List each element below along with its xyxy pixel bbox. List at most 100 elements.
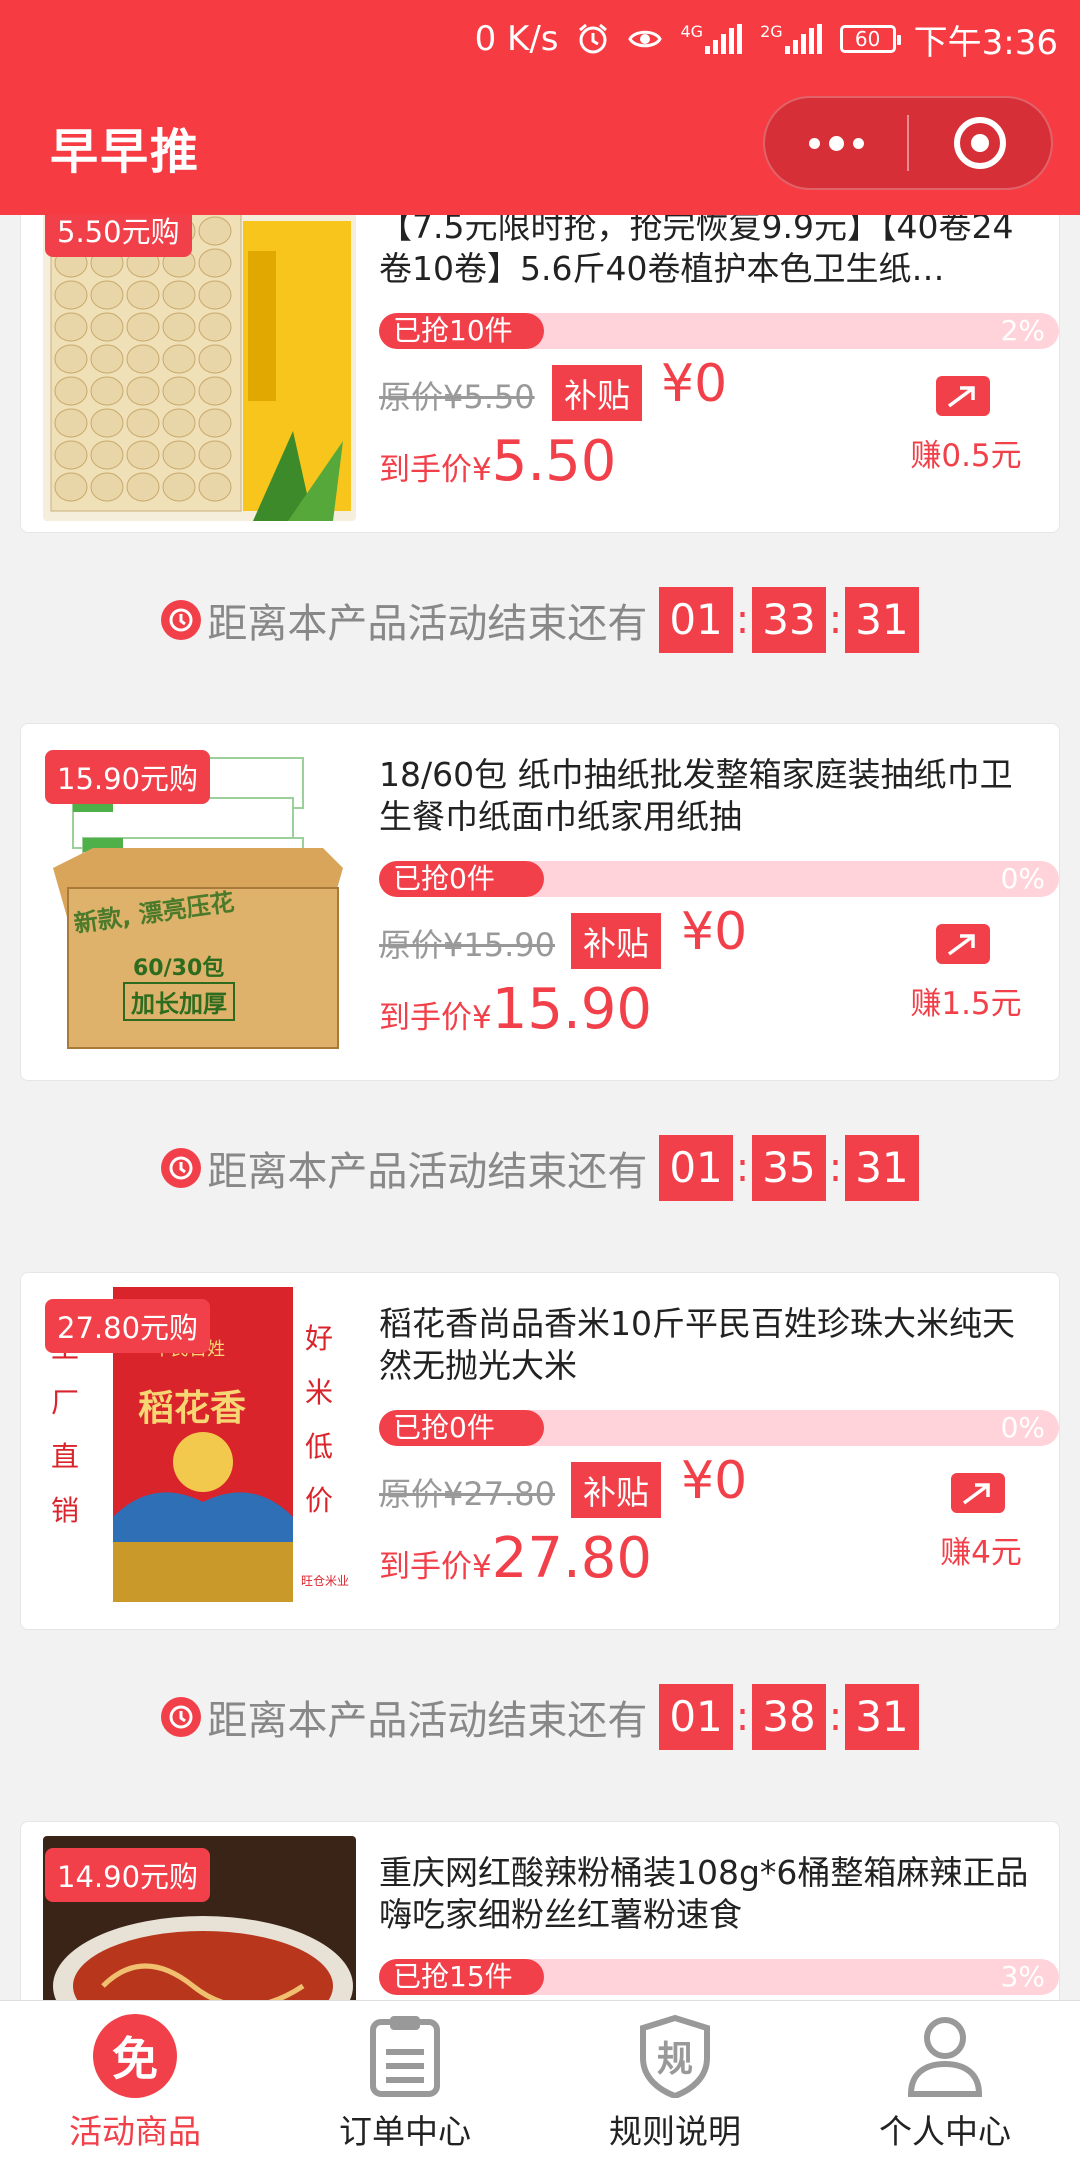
countdown-minutes: 33 [752, 587, 826, 653]
tab-rules[interactable]: 规 规则说明 [540, 2001, 810, 2160]
more-dots-icon [808, 135, 864, 151]
close-target-icon [954, 117, 1006, 169]
sales-progress: 已抢0件 0% [379, 1410, 1059, 1446]
subsidy-badge: 补贴 [571, 913, 661, 969]
roll-shape [126, 312, 160, 342]
roll-shape [162, 440, 196, 470]
network-speed: 0 K/s [474, 19, 559, 59]
countdown-seconds: 31 [845, 587, 919, 653]
product-image [43, 215, 356, 521]
roll-shape [54, 408, 88, 438]
share-button[interactable] [936, 376, 990, 416]
image-side-text-right: 好 米 低 价 [305, 1322, 334, 1517]
roll-shape [198, 376, 232, 406]
final-price: 到手价¥ 15.90 [379, 977, 653, 1042]
roll-shape [162, 472, 196, 502]
product-name[interactable]: 稻花香尚品香米10斤平民百姓珍珠大米纯天然无抛光大米 [379, 1303, 1039, 1391]
roll-shape [162, 376, 196, 406]
final-price-value: 15.90 [491, 977, 653, 1042]
product-list[interactable]: 5.50元购 【7.5元限时抢，抢完恢复9.9元】【40卷24卷10卷】5.6斤… [0, 215, 1080, 2000]
product-card[interactable]: 14.90元购 重庆网红酸辣粉桶装108g*6桶整箱麻辣正品嗨吃家细粉丝红薯粉速… [20, 1821, 1060, 2000]
sold-percent: 3% [1000, 1960, 1045, 1993]
subsidy-value: ¥0 [661, 354, 728, 414]
image-caption: 旺仓米业 [301, 1574, 350, 1588]
countdown-timer: 距离本产品活动结束还有 01: 33: 31 [0, 585, 1080, 655]
roll-shape [198, 472, 232, 502]
tab-label: 活动商品 [69, 2112, 201, 2151]
roll-shape [54, 376, 88, 406]
roll-shape [198, 312, 232, 342]
image-caption: 60/30包 [133, 956, 225, 981]
roll-shape [126, 408, 160, 438]
clock-icon [161, 600, 202, 640]
final-price: 到手价¥ 27.80 [379, 1526, 653, 1591]
share-arrow-icon [947, 934, 975, 956]
eye-icon [628, 30, 663, 48]
roll-shape [126, 376, 160, 406]
tab-order-center[interactable]: 订单中心 [270, 2001, 540, 2160]
product-card[interactable]: 工 厂 直 销 好 米 低 价 平民百姓 稻花香 旺仓米业 27.80元购 稻花… [20, 1272, 1060, 1630]
roll-shape [54, 344, 88, 374]
countdown-hours: 01 [659, 587, 733, 653]
app-header: 0 K/s 4G 2G 60 下午3:36 早早推 [0, 0, 1080, 215]
share-arrow-icon [962, 1483, 990, 1505]
earn-label: 赚0.5元 [910, 438, 1022, 474]
roll-shape [198, 408, 232, 438]
earn-label: 赚4元 [940, 1535, 1022, 1571]
subsidy-badge: 补贴 [571, 1462, 661, 1518]
sold-count: 已抢15件 [393, 1960, 513, 1993]
original-price: 原价¥27.80 [379, 1475, 555, 1513]
product-name[interactable]: 重庆网红酸辣粉桶装108g*6桶整箱麻辣正品嗨吃家细粉丝红薯粉速食 [379, 1852, 1039, 1940]
roll-shape [90, 408, 124, 438]
roll-shape [54, 472, 88, 502]
tab-label: 订单中心 [339, 2112, 471, 2151]
sold-percent: 0% [1000, 1411, 1045, 1444]
status-bar: 0 K/s 4G 2G 60 下午3:36 [475, 14, 1058, 64]
roll-shape [90, 440, 124, 470]
image-caption: 稻花香 [138, 1388, 247, 1429]
roll-shape [162, 280, 196, 310]
roll-shape [90, 472, 124, 502]
countdown-label: 距离本产品活动结束还有 [207, 1698, 648, 1744]
countdown-timer: 距离本产品活动结束还有 01: 38: 31 [0, 1682, 1080, 1752]
page-title: 早早推 [50, 124, 201, 180]
tab-activity-products[interactable]: 免 活动商品 [0, 2001, 270, 2160]
close-button[interactable] [909, 98, 1051, 188]
sold-count: 已抢0件 [393, 862, 495, 895]
product-name[interactable]: 18/60包 纸巾抽纸批发整箱家庭装抽纸巾卫生餐巾纸面巾纸家用纸抽 [379, 754, 1039, 842]
roll-shape [90, 280, 124, 310]
original-price: 原价¥5.50 [379, 378, 535, 416]
countdown-label: 距离本产品活动结束还有 [207, 1149, 648, 1195]
product-card[interactable]: 新款, 漂亮压花 60/30包 加长加厚 15.90元购 18/60包 纸巾抽纸… [20, 723, 1060, 1081]
tab-personal-center[interactable]: 个人中心 [810, 2001, 1080, 2160]
share-button[interactable] [951, 1473, 1005, 1513]
roll-shape [198, 440, 232, 470]
roll-shape [54, 440, 88, 470]
product-name[interactable]: 【7.5元限时抢，抢完恢复9.9元】【40卷24卷10卷】5.6斤40卷植护本色… [379, 215, 1039, 294]
price-tag: 27.80元购 [45, 1299, 211, 1353]
roll-shape [126, 344, 160, 374]
final-price: 到手价¥ 5.50 [379, 429, 617, 494]
mini-program-capsule [763, 96, 1053, 190]
tab-label: 规则说明 [609, 2112, 741, 2151]
roll-shape [54, 312, 88, 342]
countdown-hours: 01 [659, 1135, 733, 1201]
roll-shape [126, 280, 160, 310]
roll-shape [162, 408, 196, 438]
price-tag: 5.50元购 [45, 215, 192, 257]
original-price: 原价¥15.90 [379, 926, 555, 964]
more-button[interactable] [765, 98, 907, 188]
roll-shape [54, 280, 88, 310]
sold-count: 已抢10件 [393, 314, 513, 347]
share-button[interactable] [936, 924, 990, 964]
clipboard-icon [360, 2011, 450, 2101]
clock: 下午3:36 [913, 22, 1058, 63]
roll-shape [198, 248, 232, 278]
countdown-seconds: 31 [845, 1684, 919, 1750]
signal-4g: 4G [680, 24, 743, 54]
countdown-minutes: 38 [752, 1684, 826, 1750]
product-card[interactable]: 5.50元购 【7.5元限时抢，抢完恢复9.9元】【40卷24卷10卷】5.6斤… [20, 215, 1060, 533]
bottom-tab-bar: 免 活动商品 订单中心 规 规则说明 个人中心 [0, 2000, 1080, 2160]
final-price-value: 5.50 [491, 429, 617, 494]
price-tag: 15.90元购 [45, 750, 211, 804]
